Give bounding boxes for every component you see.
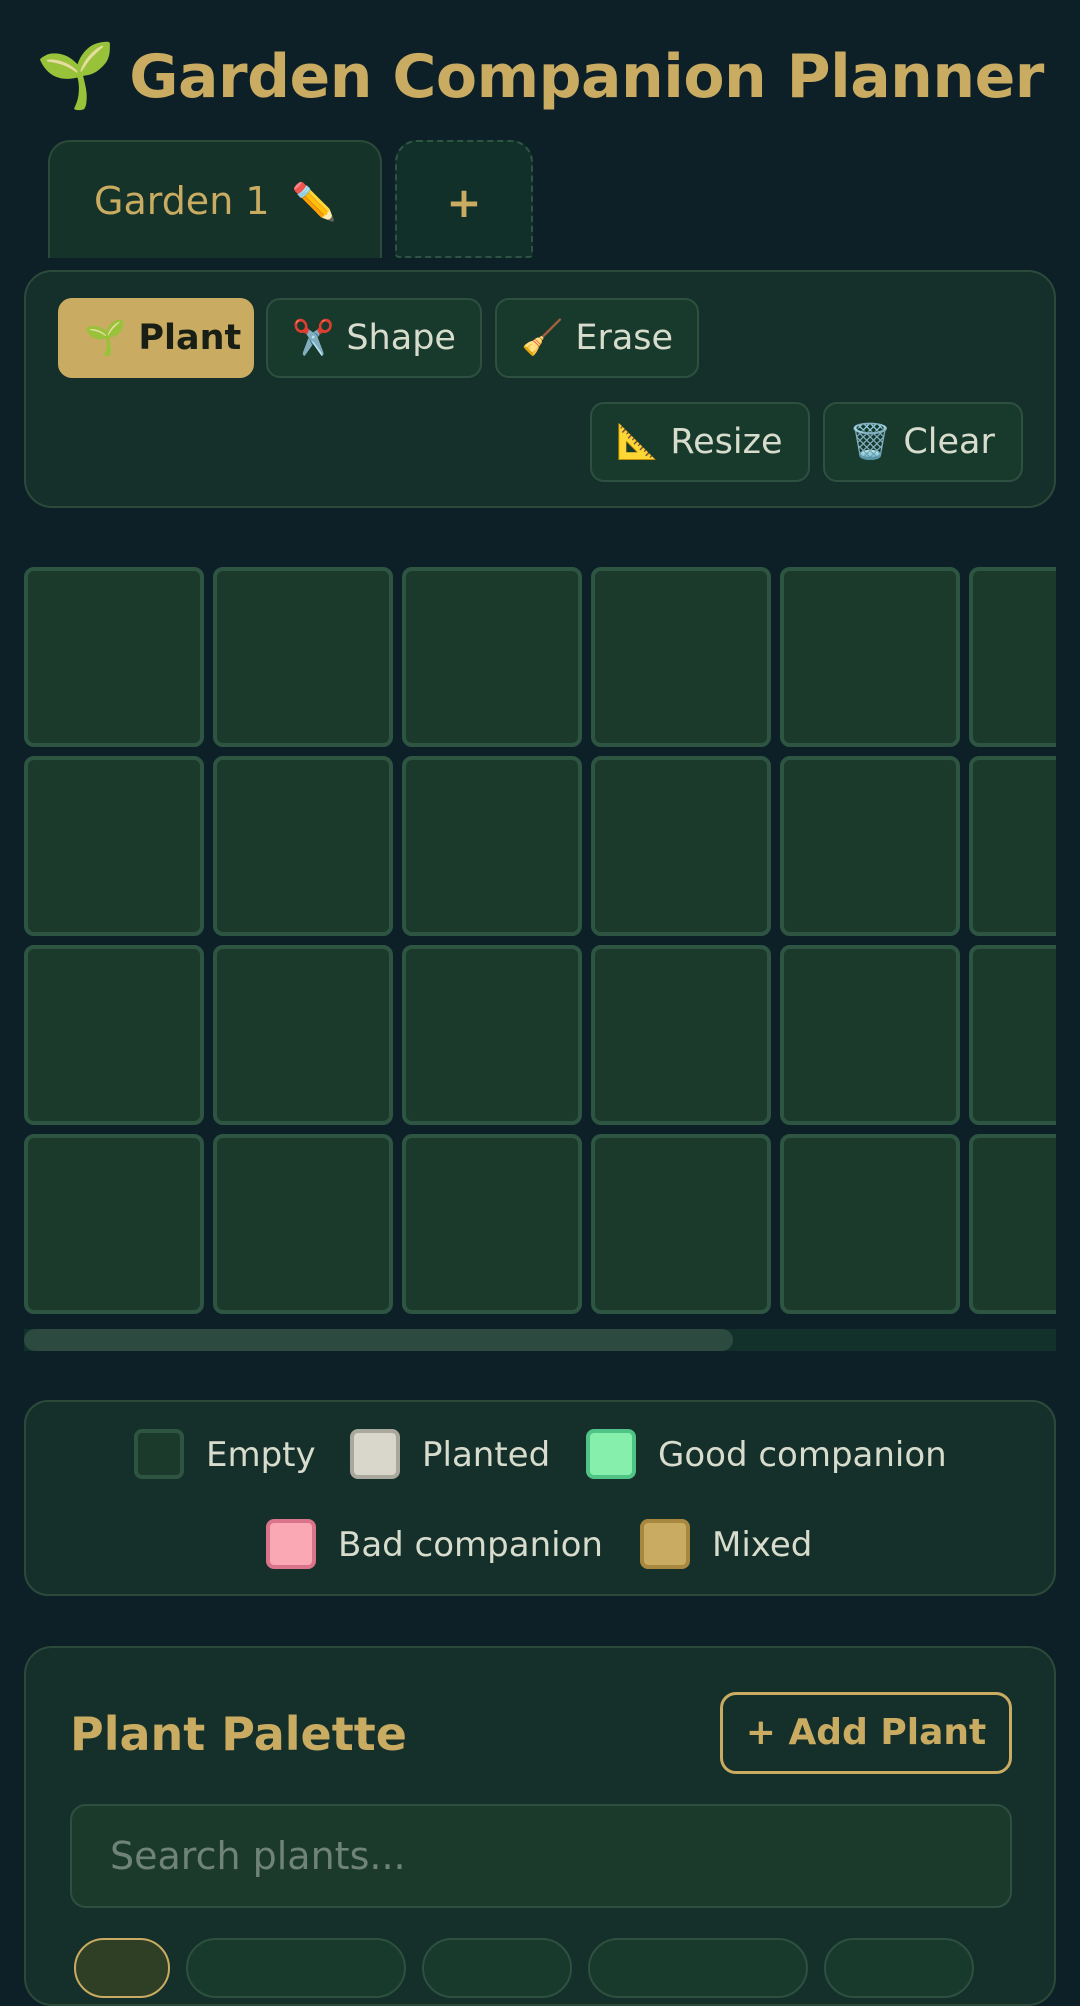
grid-cell[interactable] bbox=[591, 945, 771, 1125]
toolbar: 🌱 Plant ✂️ Shape 🧹 Erase 📐 Resize 🗑️ Clear bbox=[24, 270, 1056, 508]
erase-tool-button[interactable]: 🧹 Erase bbox=[495, 298, 699, 378]
legend-label: Empty bbox=[206, 1435, 316, 1475]
grid-cell[interactable] bbox=[780, 567, 960, 747]
plant-tool-label: Plant bbox=[138, 318, 242, 358]
legend-label: Planted bbox=[422, 1435, 551, 1475]
garden-grid[interactable] bbox=[24, 567, 1056, 1351]
grid-cell[interactable] bbox=[402, 567, 582, 747]
palette-title: Plant Palette bbox=[70, 1707, 407, 1761]
grid-cell[interactable] bbox=[591, 756, 771, 936]
add-tab-label: + bbox=[446, 178, 482, 227]
category-chip[interactable] bbox=[824, 1938, 974, 1998]
grid-cell[interactable] bbox=[213, 756, 393, 936]
legend-item-empty: Empty bbox=[134, 1427, 316, 1483]
mixed-swatch bbox=[640, 1518, 690, 1569]
tab-garden-1[interactable]: Garden 1 ✏️ bbox=[48, 140, 382, 258]
planted-swatch bbox=[350, 1428, 400, 1479]
grid-cell[interactable] bbox=[780, 1134, 960, 1314]
grid-cell[interactable] bbox=[780, 756, 960, 936]
plant-search-input[interactable] bbox=[70, 1804, 1012, 1908]
grid-cell[interactable] bbox=[969, 567, 1056, 747]
grid-cell[interactable] bbox=[24, 756, 204, 936]
legend-item-bad-companion: Bad companion bbox=[266, 1517, 603, 1573]
plant-tool-button[interactable]: 🌱 Plant bbox=[58, 298, 254, 378]
sprout-icon: 🌱 bbox=[36, 39, 116, 113]
clear-button[interactable]: 🗑️ Clear bbox=[823, 402, 1023, 482]
plant-palette: Plant Palette + Add Plant bbox=[24, 1646, 1056, 2006]
legend-item-planted: Planted bbox=[350, 1427, 550, 1483]
grid-cell[interactable] bbox=[402, 945, 582, 1125]
category-chip[interactable] bbox=[422, 1938, 572, 1998]
triangle-ruler-icon: 📐 bbox=[616, 422, 659, 462]
grid-cell[interactable] bbox=[213, 1134, 393, 1314]
grid-cell[interactable] bbox=[402, 1134, 582, 1314]
grid-cell[interactable] bbox=[969, 756, 1056, 936]
app-title-text: Garden Companion Planner bbox=[129, 42, 1044, 112]
bad-companion-swatch bbox=[266, 1518, 316, 1569]
grid-cell[interactable] bbox=[591, 1134, 771, 1314]
grid-cell[interactable] bbox=[213, 567, 393, 747]
legend-label: Bad companion bbox=[338, 1525, 603, 1565]
legend-label: Mixed bbox=[712, 1525, 813, 1565]
resize-label: Resize bbox=[670, 422, 783, 462]
grid-scrollbar-thumb[interactable] bbox=[24, 1329, 733, 1351]
trash-icon: 🗑️ bbox=[849, 422, 892, 462]
grid-cell[interactable] bbox=[402, 756, 582, 936]
erase-tool-label: Erase bbox=[575, 318, 674, 358]
grid-cell[interactable] bbox=[24, 567, 204, 747]
add-tab-button[interactable]: + bbox=[395, 140, 533, 258]
add-plant-button[interactable]: + Add Plant bbox=[720, 1692, 1012, 1774]
app-title: 🌱 Garden Companion Planner bbox=[0, 36, 1080, 117]
grid-cell[interactable] bbox=[24, 1134, 204, 1314]
category-chip[interactable] bbox=[74, 1938, 170, 1998]
grid-cell[interactable] bbox=[969, 945, 1056, 1125]
grid-cell[interactable] bbox=[969, 1134, 1056, 1314]
legend-label: Good companion bbox=[658, 1435, 947, 1475]
scissors-icon: ✂️ bbox=[292, 318, 335, 358]
sprout-icon: 🌱 bbox=[84, 318, 127, 358]
tab-label: Garden 1 bbox=[94, 179, 270, 223]
resize-button[interactable]: 📐 Resize bbox=[590, 402, 810, 482]
clear-label: Clear bbox=[903, 422, 995, 462]
broom-icon: 🧹 bbox=[521, 318, 564, 358]
empty-swatch bbox=[134, 1428, 184, 1479]
pencil-icon[interactable]: ✏️ bbox=[292, 182, 337, 223]
category-chip[interactable] bbox=[588, 1938, 808, 1998]
shape-tool-button[interactable]: ✂️ Shape bbox=[266, 298, 482, 378]
legend: Empty Planted Good companion Bad compani… bbox=[24, 1400, 1056, 1596]
legend-item-mixed: Mixed bbox=[640, 1517, 812, 1573]
grid-cell[interactable] bbox=[591, 567, 771, 747]
legend-item-good-companion: Good companion bbox=[586, 1427, 947, 1483]
grid-cell[interactable] bbox=[213, 945, 393, 1125]
grid-cell[interactable] bbox=[24, 945, 204, 1125]
shape-tool-label: Shape bbox=[346, 318, 456, 358]
good-companion-swatch bbox=[586, 1428, 636, 1479]
category-chip[interactable] bbox=[186, 1938, 406, 1998]
grid-cell[interactable] bbox=[780, 945, 960, 1125]
